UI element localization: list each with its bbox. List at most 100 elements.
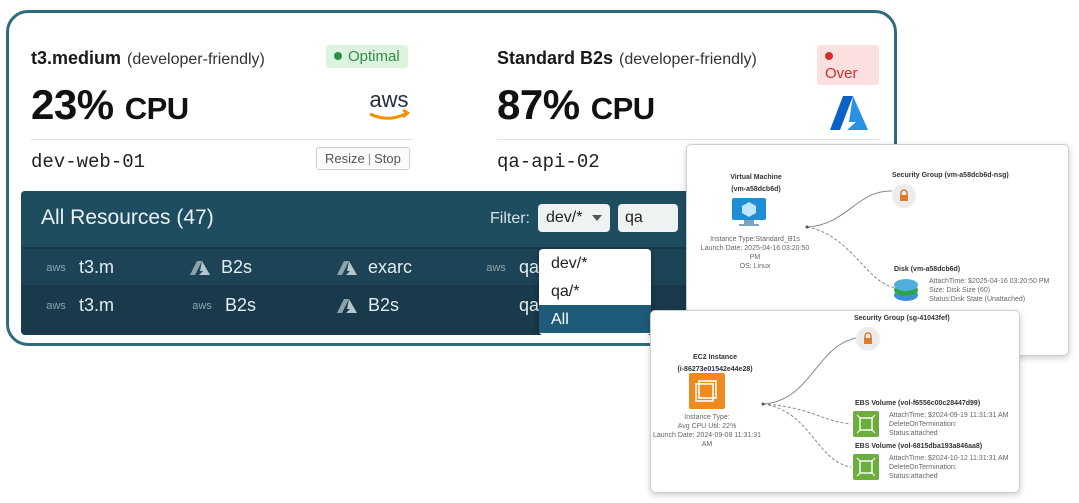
vm-hostname: qa-api-02 <box>497 151 600 173</box>
vm-action-group: Resize | Stop <box>316 147 410 170</box>
filter-select[interactable]: dev/* <box>538 204 610 232</box>
ebs-volume-2-title: EBS Volume (vol-6815dba193a846aa8) <box>855 443 983 450</box>
edge-ec2-ebs-2 <box>762 403 852 468</box>
resources-title: All Resources (47) <box>41 206 214 229</box>
cpu-unit: CPU <box>590 91 655 126</box>
card-divider <box>497 139 879 140</box>
virtual-machine-icon[interactable] <box>731 197 767 227</box>
vm-node-id: (vm-a58dcb6d) <box>731 186 781 193</box>
dropdown-option-qa[interactable]: qa/* <box>539 277 651 305</box>
vm-card-title: t3.medium (developer-friendly) <box>31 48 265 69</box>
disk-icon[interactable] <box>892 277 920 303</box>
edge-vm-disk <box>806 226 898 289</box>
cpu-value: 87% <box>497 81 580 128</box>
ec2-detail-line: Instance Type: <box>684 414 730 421</box>
disk-detail-line: Status:Disk State (Unattached) <box>929 296 1026 303</box>
resource-cell[interactable]: B2s <box>336 295 399 316</box>
filter-label: Filter: <box>490 210 530 227</box>
status-dot-icon <box>334 52 342 61</box>
ec2-node-details: Instance Type: Avg CPU Util: 22% Launch … <box>647 413 767 449</box>
status-badge-over: Over <box>817 45 879 85</box>
resource-cell[interactable]: exarc <box>336 257 412 278</box>
resource-cell[interactable]: aws t3.m <box>43 295 114 316</box>
disk-node-details: AttachTime: $2025-04-16 03:20:50 PM Size… <box>929 277 1049 304</box>
status-badge-optimal: Optimal <box>326 45 408 68</box>
vm-detail-line: Instance Type:Standard_B1s <box>710 236 800 243</box>
vm-hostname: dev-web-01 <box>31 151 146 173</box>
security-group-icon[interactable] <box>891 183 917 209</box>
aws-icon: aws <box>46 261 66 274</box>
edge-anchor <box>805 225 809 229</box>
status-badge-label: Over <box>825 65 858 82</box>
cpu-usage: 87% CPU <box>497 81 879 129</box>
card-divider <box>31 139 413 140</box>
resource-cell[interactable]: B2s <box>189 257 252 278</box>
ebs-volume-icon[interactable] <box>853 454 879 480</box>
stop-button[interactable]: Stop <box>374 151 401 166</box>
ec2-instance-icon[interactable] <box>689 373 725 409</box>
ebs-detail-line: Status:attached <box>889 430 938 437</box>
status-badge-label: Optimal <box>348 48 400 65</box>
resource-label: B2s <box>225 295 257 315</box>
edge-vm-security-group <box>806 190 893 228</box>
vm-detail-line: OS: Linux <box>739 263 771 270</box>
cpu-value: 23% <box>31 81 114 128</box>
resource-cell[interactable]: qa <box>519 295 539 316</box>
azure-icon <box>337 260 357 275</box>
vm-card-title: Standard B2s (developer-friendly) <box>497 48 757 69</box>
vm-instance-type: t3.medium <box>31 47 122 68</box>
ebs-volume-1-details: AttachTime: $2024-09-19 11:31:31 AM Dele… <box>889 411 1008 438</box>
filter-dropdown-menu: dev/* qa/* All <box>539 249 651 335</box>
edge-anchor <box>761 402 765 406</box>
resize-button[interactable]: Resize <box>325 151 365 166</box>
aws-icon: aws <box>192 299 212 312</box>
resource-label: B2s <box>221 257 253 277</box>
ebs-detail-line: DeleteOnTermination: <box>889 464 957 471</box>
aws-icon: aws <box>486 261 506 274</box>
edge-ec2-ebs-1 <box>762 403 852 425</box>
disk-detail-line: AttachTime: $2025-04-16 03:20:50 PM <box>929 278 1050 285</box>
security-group-icon[interactable] <box>855 326 881 352</box>
resource-cell[interactable]: aws B2s <box>189 295 256 316</box>
security-group-node-title: Security Group (vm-a58dcb6d-nsg) <box>892 172 1009 179</box>
resource-cell[interactable]: aws t3.m <box>43 257 114 278</box>
resource-label: qa <box>519 295 540 315</box>
ec2-detail-line: Avg CPU Util: 22% <box>677 423 737 430</box>
ebs-volume-2-details: AttachTime: $2024-10-12 11:31:31 AM Dele… <box>889 454 1008 481</box>
resource-cell[interactable]: aws qa <box>483 257 539 278</box>
vm-node-title: Virtual Machine <box>730 174 782 181</box>
vm-tag: (developer-friendly) <box>619 50 757 68</box>
ebs-detail-line: AttachTime: $2024-10-12 11:31:31 AM <box>889 455 1009 462</box>
vm-node-details: Instance Type:Standard_B1s Launch Date: … <box>695 235 815 271</box>
cpu-unit: CPU <box>124 91 189 126</box>
ebs-volume-icon[interactable] <box>853 411 879 437</box>
vm-tag: (developer-friendly) <box>127 50 265 68</box>
vm-detail-line: Launch Date: 2025-04-16 03:20:50 PM <box>700 245 810 261</box>
ebs-detail-line: Status:attached <box>889 473 938 480</box>
filter-select-secondary[interactable]: qa <box>618 204 678 232</box>
ebs-volume-1-title: EBS Volume (vol-f6556c00c28447d99) <box>855 400 981 407</box>
azure-logo-icon <box>830 96 868 130</box>
vm-instance-type: Standard B2s <box>497 47 614 68</box>
dropdown-option-dev[interactable]: dev/* <box>539 249 651 277</box>
disk-node-title: Disk (vm-a58dcb6d) <box>894 266 961 273</box>
resource-label: exarc <box>368 257 413 277</box>
cpu-usage: 23% CPU <box>31 81 413 129</box>
aws-icon: aws <box>46 299 66 312</box>
dashboard-collage: t3.medium (developer-friendly) Optimal 23… <box>0 0 1079 503</box>
vm-card-aws[interactable]: t3.medium (developer-friendly) Optimal 23… <box>31 41 413 181</box>
chevron-down-icon <box>592 215 602 221</box>
security-group-node-title: Security Group (sg-41043fef) <box>854 315 950 322</box>
azure-icon <box>190 260 210 275</box>
resource-label: B2s <box>368 295 400 315</box>
ec2-detail-line: Launch Date: 2024-09-08 11:31:31 AM <box>652 432 762 448</box>
dropdown-option-all[interactable]: All <box>539 305 651 333</box>
filter-select-value: dev/* <box>546 209 583 226</box>
edge-ec2-security-group <box>762 337 857 405</box>
aws-topology-diagram: EC2 Instance (i-86273e01542e44e28) Insta… <box>650 310 1020 493</box>
ec2-node-title: EC2 Instance <box>693 354 737 361</box>
ebs-detail-line: AttachTime: $2024-09-19 11:31:31 AM <box>889 412 1009 419</box>
svg-text:aws: aws <box>369 87 408 112</box>
status-dot-icon <box>825 52 833 61</box>
ebs-detail-line: DeleteOnTermination: <box>889 421 957 428</box>
